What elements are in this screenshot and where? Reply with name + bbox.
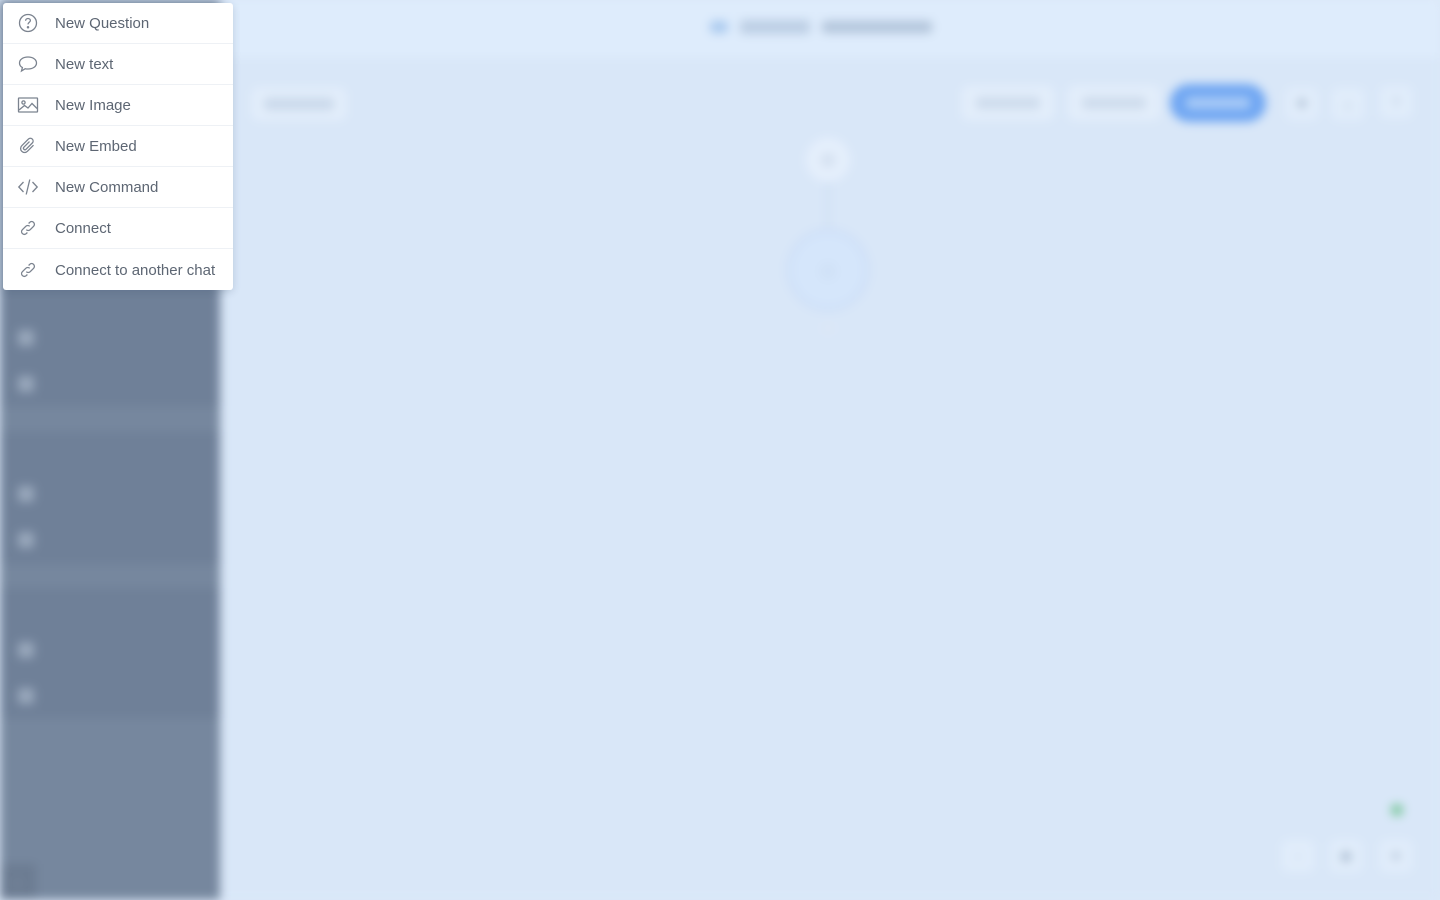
code-icon — [17, 176, 39, 198]
menu-item-label: New Embed — [55, 137, 137, 155]
chatbots-icon — [710, 21, 728, 33]
sidebar-item[interactable] — [18, 532, 34, 548]
zoom-in-icon[interactable]: ⊕ — [1380, 840, 1412, 872]
sidebar-section — [0, 432, 220, 564]
sidebar-heading — [20, 446, 23, 457]
sidebar-section — [0, 286, 220, 406]
image-icon — [17, 94, 39, 116]
menu-item-label: New Image — [55, 96, 131, 114]
zoom-out-icon[interactable]: − — [1282, 840, 1314, 872]
sidebar-item[interactable] — [18, 486, 34, 502]
menu-item-label: Connect to another chat — [55, 261, 216, 279]
sidebar-collapse-button[interactable]: ‹ — [0, 864, 36, 900]
preview-button[interactable] — [1068, 86, 1160, 120]
breadcrumb — [710, 20, 932, 34]
sidebar-item[interactable] — [18, 642, 34, 658]
flow-connector — [827, 182, 829, 238]
flow-canvas[interactable]: ✱ ⌂ ? ⊡ ◌ − ▣ ⊕ — [220, 0, 1440, 900]
sidebar-item-icon — [18, 532, 34, 548]
menu-item-label: New text — [55, 55, 114, 73]
status-indicator — [1391, 804, 1403, 816]
menu-item-new-question[interactable]: New Question — [3, 3, 233, 44]
add-block-menu: New Question New text New Image New Embe… — [3, 3, 233, 290]
sidebar-item-icon — [18, 642, 34, 658]
sidebar-item[interactable] — [18, 376, 34, 392]
topbar — [220, 0, 1440, 58]
publish-button[interactable] — [1170, 84, 1266, 122]
menu-item-label: New Command — [55, 178, 159, 196]
sidebar-heading — [20, 602, 23, 613]
menu-item-connect-another-chat[interactable]: Connect to another chat — [3, 249, 233, 290]
menu-item-new-command[interactable]: New Command — [3, 167, 233, 208]
sidebar-item-icon — [18, 688, 34, 704]
sidebar-heading — [20, 294, 23, 305]
paperclip-icon — [17, 135, 39, 157]
sidebar-item-icon — [18, 330, 34, 346]
share-icon[interactable]: ⌂ — [1332, 88, 1364, 120]
search-button[interactable] — [962, 86, 1054, 120]
flow-add-handle[interactable] — [820, 320, 836, 336]
menu-item-new-text[interactable]: New text — [3, 44, 233, 85]
sidebar-section — [0, 588, 220, 718]
link-icon — [17, 217, 39, 239]
menu-item-label: New Question — [55, 14, 150, 32]
sidebar-item-icon — [18, 486, 34, 502]
help-icon[interactable]: ? — [1380, 86, 1412, 118]
customize-button[interactable] — [252, 88, 346, 120]
sidebar-item-icon — [18, 376, 34, 392]
flow-start-node[interactable]: ⊡ — [806, 138, 850, 182]
flow-chat-node[interactable]: ◌ — [792, 234, 864, 306]
menu-item-connect[interactable]: Connect — [3, 208, 233, 249]
settings-icon[interactable]: ✱ — [1286, 88, 1318, 120]
speech-bubble-icon — [17, 53, 39, 75]
breadcrumb-item[interactable] — [740, 20, 810, 34]
menu-item-new-embed[interactable]: New Embed — [3, 126, 233, 167]
breadcrumb-current — [822, 21, 932, 33]
menu-item-new-image[interactable]: New Image — [3, 85, 233, 126]
menu-item-label: Connect — [55, 219, 111, 237]
question-circle-icon — [17, 12, 39, 34]
sidebar-item[interactable] — [18, 330, 34, 346]
link-icon — [17, 259, 39, 281]
sidebar-item[interactable] — [18, 688, 34, 704]
fit-view-icon[interactable]: ▣ — [1330, 840, 1362, 872]
